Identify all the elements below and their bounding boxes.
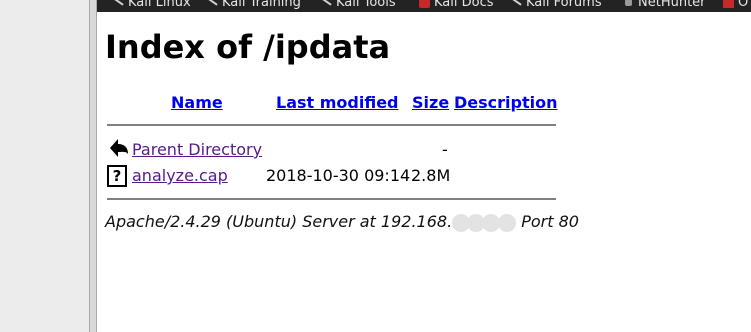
kali-dragon-icon: [207, 0, 218, 8]
nethunter-icon: [623, 0, 634, 8]
kali-dragon-icon: [511, 0, 522, 8]
bookmark-label: Kali Training: [222, 0, 301, 10]
footer-divider: [107, 198, 556, 200]
page-title: Index of /ipdata: [105, 28, 391, 66]
bookmark-kali-docs[interactable]: Kali Docs: [419, 0, 494, 9]
kali-dragon-icon: [113, 0, 124, 8]
column-header-last-modified[interactable]: Last modified: [276, 93, 399, 112]
bookmark-label: Kali Forums: [526, 0, 602, 10]
offsec-icon: [723, 0, 734, 8]
back-arrow-icon: [110, 139, 128, 157]
bookmark-label: Kali Docs: [434, 0, 494, 10]
docs-icon: [419, 0, 430, 8]
bookmark-offsec[interactable]: O: [723, 0, 748, 9]
column-header-name[interactable]: Name: [171, 93, 223, 112]
bookmark-kali-linux[interactable]: Kali Linux: [113, 0, 191, 9]
bookmarks-bar: Kali Linux Kali Training Kali Tools Kali…: [97, 0, 751, 12]
column-header-size[interactable]: Size: [412, 93, 449, 112]
bookmark-label: Kali Tools: [336, 0, 396, 10]
header-divider: [107, 124, 556, 126]
left-window-strip: [0, 0, 89, 332]
kali-dragon-icon: [321, 0, 332, 8]
bookmark-label: Kali Linux: [128, 0, 191, 10]
unknown-file-icon: ?: [107, 165, 127, 187]
file-last-modified: 2018-10-30 09:14: [266, 166, 411, 185]
parent-directory-link[interactable]: Parent Directory: [132, 140, 262, 159]
bookmark-label: O: [738, 0, 749, 10]
window-border: [89, 0, 97, 332]
bookmark-nethunter[interactable]: NetHunter: [623, 0, 706, 9]
parent-directory-size: -: [442, 140, 448, 159]
redacted-ip-octets: [452, 213, 517, 233]
server-signature-prefix: Apache/2.4.29 (Ubuntu) Server at 192.168…: [105, 212, 453, 231]
file-size: 2.8M: [411, 166, 451, 185]
bookmark-kali-training[interactable]: Kali Training: [207, 0, 301, 9]
page-content: Index of /ipdata Name Last modified Size…: [97, 12, 751, 332]
bookmark-kali-forums[interactable]: Kali Forums: [511, 0, 602, 9]
file-link-analyze-cap[interactable]: analyze.cap: [132, 166, 228, 185]
bookmark-kali-tools[interactable]: Kali Tools: [321, 0, 396, 9]
server-signature-suffix: Port 80: [516, 212, 579, 231]
column-header-description[interactable]: Description: [454, 93, 557, 112]
server-signature: Apache/2.4.29 (Ubuntu) Server at 192.168…: [105, 212, 579, 233]
bookmark-label: NetHunter: [638, 0, 706, 10]
